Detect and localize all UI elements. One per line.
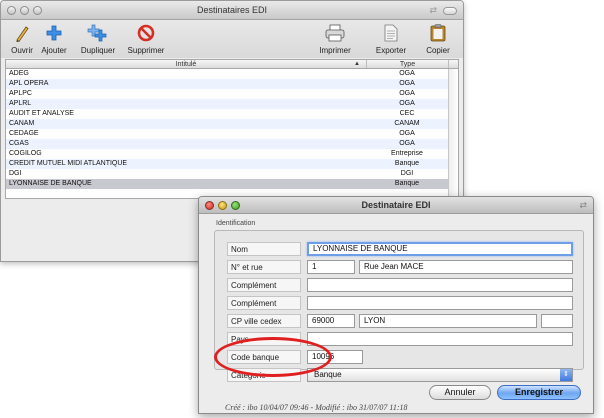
cedex-field[interactable] (541, 314, 573, 328)
table-vertical-scrollbar[interactable] (448, 69, 458, 198)
pencil-icon (7, 23, 37, 43)
duplicate-plus-icon (75, 23, 121, 43)
delete-label: Supprimer (127, 46, 165, 55)
toolbar-toggle-button[interactable] (443, 6, 457, 15)
street-number-field[interactable]: 1 (307, 260, 355, 274)
printer-icon (313, 23, 357, 43)
duplicate-button[interactable]: Dupliquer (75, 23, 121, 55)
delete-button[interactable]: Supprimer (123, 23, 169, 55)
save-button[interactable]: Enregistrer (497, 385, 581, 400)
rue-label: N° et rue (227, 260, 301, 274)
open-label: Ouvrir (11, 46, 33, 55)
complement-2-field[interactable] (307, 296, 573, 310)
cancel-button[interactable]: Annuler (429, 385, 491, 400)
forbidden-icon (123, 23, 169, 43)
table-row[interactable]: COGILOG Entreprise (6, 149, 448, 159)
header-corner (448, 60, 458, 68)
table-row[interactable]: AUDIT ET ANALYSE CEC (6, 109, 448, 119)
identification-group-label: Identification (216, 220, 256, 227)
complement-1-label: Complément (227, 278, 301, 292)
print-button[interactable]: Imprimer (313, 23, 357, 55)
complement-2-label: Complément (227, 296, 301, 310)
table-header: Intitulé ▲ Type (6, 60, 458, 69)
resize-arrows-icon[interactable]: ⇄ (429, 5, 437, 16)
column-header-intitule[interactable]: Intitulé ▲ (6, 60, 366, 68)
complement-1-field[interactable] (307, 278, 573, 292)
dialog-title: Destinataire EDI (361, 200, 431, 210)
table-row[interactable]: DGI DGI (6, 169, 448, 179)
categorie-selected-value: Banque (314, 370, 342, 379)
edi-recipient-dialog: Destinataire EDI ⇄ Identification Nom LY… (198, 196, 594, 414)
sort-ascending-icon: ▲ (354, 61, 360, 67)
cp-ville-label: CP ville cedex (227, 314, 301, 328)
table-row[interactable]: CANAM CANAM (6, 119, 448, 129)
export-button[interactable]: Exporter (369, 23, 413, 55)
highlight-ellipse (214, 337, 332, 377)
document-icon (369, 23, 413, 43)
main-titlebar[interactable]: Destinataires EDI ⇄ (1, 1, 463, 20)
duplicate-label: Dupliquer (80, 46, 116, 55)
window-extra-controls: ⇄ (429, 5, 457, 16)
table-row[interactable]: CREDIT MUTUEL MIDI ATLANTIQUE Banque (6, 159, 448, 169)
plus-icon (35, 23, 73, 43)
dialog-titlebar[interactable]: Destinataire EDI ⇄ (199, 197, 593, 214)
add-button[interactable]: Ajouter (35, 23, 73, 55)
nom-field[interactable]: LYONNAISE DE BANQUE (307, 242, 573, 256)
main-window-title: Destinataires EDI (196, 5, 268, 15)
export-label: Exporter (375, 46, 407, 55)
clipboard-icon (419, 23, 457, 43)
created-modified-footer: Créé : ibo 10/04/07 09:46 - Modifié : ib… (225, 403, 408, 412)
street-name-field[interactable]: Rue Jean MACE (359, 260, 573, 274)
pays-field[interactable] (307, 332, 573, 346)
table-body: ADEG OGA APL OPERA OGA APLPC OGA APLRL OGA A… (6, 69, 448, 198)
add-label: Ajouter (41, 46, 67, 55)
updown-arrows-icon: ⇕ (560, 369, 572, 381)
city-field[interactable]: LYON (359, 314, 537, 328)
open-button[interactable]: Ouvrir (7, 23, 37, 55)
table-row[interactable]: CGAS OGA (6, 139, 448, 149)
table-row[interactable]: CEDAGE OGA (6, 129, 448, 139)
copy-button[interactable]: Copier (419, 23, 457, 55)
categorie-select[interactable]: Banque ⇕ (307, 368, 573, 382)
nom-label: Nom (227, 242, 301, 256)
main-toolbar: Ouvrir Ajouter Dupliquer Supprimer Impri… (1, 20, 463, 58)
table-row-selected[interactable]: LYONNAISE DE BANQUE Banque (6, 179, 448, 189)
column-header-type[interactable]: Type (366, 60, 448, 68)
table-row[interactable]: ADEG OGA (6, 69, 448, 79)
postal-code-field[interactable]: 69000 (307, 314, 355, 328)
resize-arrows-icon[interactable]: ⇄ (579, 200, 587, 211)
table-row[interactable]: APLRL OGA (6, 99, 448, 109)
print-label: Imprimer (319, 46, 351, 55)
copy-label: Copier (426, 46, 450, 55)
table-row[interactable]: APLPC OGA (6, 89, 448, 99)
table-row[interactable]: APL OPERA OGA (6, 79, 448, 89)
recipients-table: Intitulé ▲ Type ADEG OGA APL OPERA OGA APL… (5, 59, 459, 199)
